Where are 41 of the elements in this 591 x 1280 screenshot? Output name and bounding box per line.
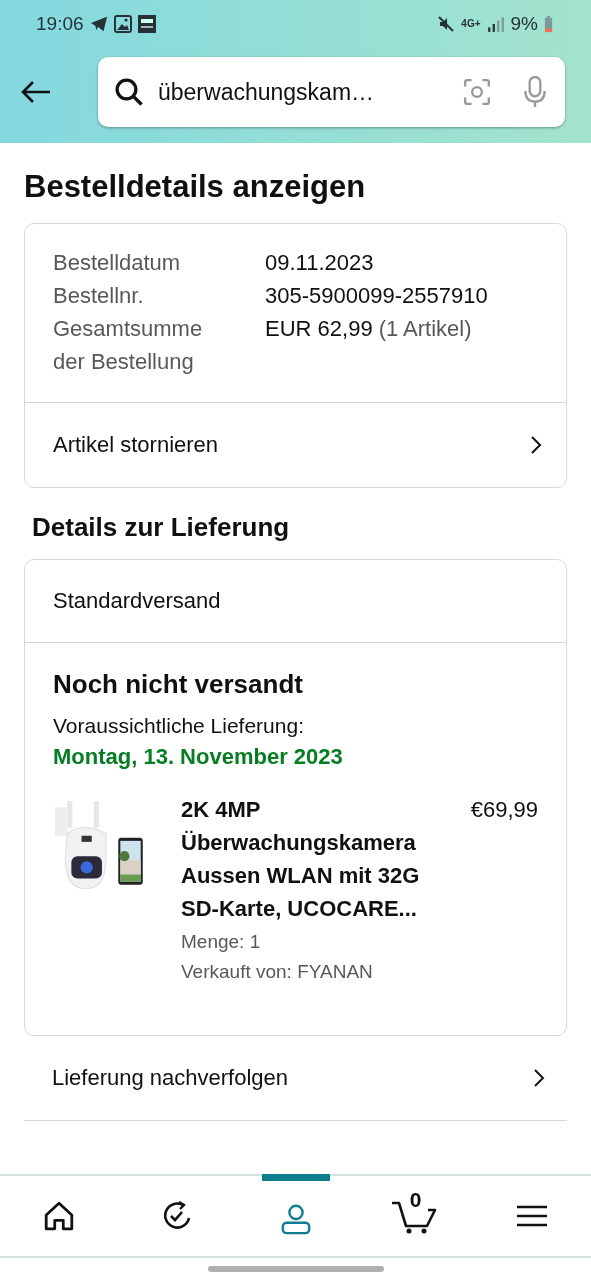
battery-percentage: 9% (510, 13, 538, 35)
nav-tab[interactable]: 0 (354, 1176, 473, 1256)
field-value: 305-5900099-2557910 (265, 283, 488, 308)
product-title[interactable]: 2K 4MP Überwachungskamera Aussen WLAN mit 32G SD-Karte, UCOCARE... (181, 793, 443, 925)
microphone-icon[interactable] (523, 76, 547, 108)
shipment-status: Noch nicht versandt (53, 668, 304, 701)
product-price: €69,99 (470, 796, 538, 824)
field-value: 09.11.2023 (265, 250, 374, 275)
cart-count: 0 (409, 1188, 422, 1212)
page-title: Bestelldetails anzeigen (24, 169, 367, 205)
chevron-right-icon (531, 1068, 545, 1088)
image-icon (113, 15, 132, 33)
track-delivery-row[interactable]: Lieferung nachverfolgen (24, 1036, 567, 1121)
signal-icon (486, 15, 505, 33)
cancel-items-row[interactable]: Artikel stornieren (25, 402, 566, 487)
shipping-method: Standardversand (25, 560, 566, 643)
camera-scan-icon[interactable] (463, 78, 491, 106)
clock-time: 19:06 (36, 13, 84, 35)
section-heading: Details zur Lieferung (32, 512, 291, 543)
row-label: Lieferung nachverfolgen (52, 1065, 289, 1091)
item-count: (1 Artikel) (378, 316, 472, 341)
paper-plane-icon (89, 15, 108, 33)
field-label: Bestelldatum (53, 249, 182, 277)
muted-speaker-icon (437, 15, 456, 33)
delivery-date: Montag, 13. November 2023 (53, 743, 344, 771)
home-icon (43, 1200, 76, 1232)
search-field[interactable]: überwachungskam… (158, 78, 431, 106)
app-icon (137, 15, 156, 33)
field-label: Gesamtsumme der Bestellung (53, 315, 204, 376)
battery-icon (544, 15, 553, 33)
row-label: Artikel stornieren (53, 432, 219, 458)
delivery-label: Voraussichtliche Lieferung: (53, 713, 305, 739)
search-icon (114, 77, 144, 107)
field-label: Bestellnr. (53, 282, 145, 310)
seller-text: Verkauft von: FYANAN (181, 960, 374, 984)
network-label: 4G+ (461, 19, 481, 29)
back-arrow-icon[interactable] (20, 80, 52, 104)
person-icon (279, 1202, 312, 1235)
quantity-text: Menge: 1 (181, 930, 262, 954)
chevron-right-icon (528, 435, 542, 455)
field-value: EUR 62,99 (265, 316, 373, 341)
